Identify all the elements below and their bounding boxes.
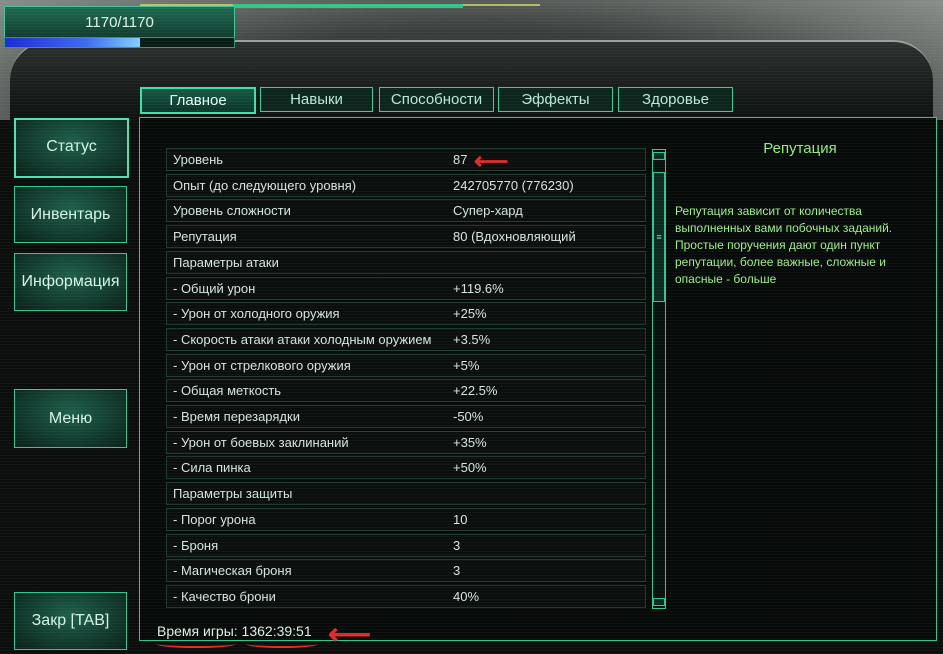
stat-label: Параметры атаки — [173, 255, 279, 270]
stat-row[interactable]: - Урон от боевых заклинаний +35% — [166, 431, 646, 454]
stat-row[interactable]: - Время перезарядки -50% — [166, 405, 646, 428]
stat-row[interactable]: Опыт (до следующего уровня) 242705770 (77… — [166, 174, 646, 197]
tab-health[interactable]: Здоровье — [618, 87, 733, 112]
stat-row[interactable]: Репутация 80 (Вдохновляющий — [166, 225, 646, 248]
scroll-up-icon[interactable] — [653, 152, 665, 160]
stat-value: 3 — [453, 563, 461, 578]
stat-value: +5% — [453, 358, 480, 373]
stat-row[interactable]: Параметры защиты — [166, 482, 646, 505]
stat-label: - Скорость атаки атаки холодным оружием — [173, 332, 432, 347]
stat-label: - Порог урона — [173, 512, 256, 527]
hp-bar-fill — [5, 38, 141, 47]
stat-value: +22.5% — [453, 383, 498, 398]
annotation-arrow-icon: ⟵ — [474, 148, 509, 175]
stat-value: +119.6% — [453, 281, 504, 296]
tab-main[interactable]: Главное — [140, 87, 256, 114]
stat-value: 40% — [453, 589, 480, 604]
stat-row[interactable]: - Броня 3 — [166, 534, 646, 557]
inventory-button[interactable]: Инвентарь — [14, 186, 127, 243]
stat-row[interactable]: - Сила пинка +50% — [166, 456, 646, 479]
stat-value: 80 (Вдохновляющий — [453, 229, 576, 244]
annotation-underline — [246, 640, 318, 648]
game-time: Время игры: 1362:39:51 — [157, 623, 312, 639]
stat-row[interactable]: - Общая меткость +22.5% — [166, 379, 646, 402]
stat-label: - Время перезарядки — [173, 409, 300, 424]
stat-row[interactable]: Уровень 87 — [166, 148, 646, 171]
menu-button[interactable]: Меню — [14, 389, 127, 448]
scrollbar-thumb[interactable]: ≡ — [653, 172, 665, 302]
stat-row[interactable]: - Урон от стрелкового оружия +5% — [166, 354, 646, 377]
stat-label: Уровень сложности — [173, 203, 291, 218]
stat-value: +50% — [453, 460, 487, 475]
stat-label: Опыт (до следующего уровня) — [173, 178, 357, 193]
stat-row[interactable]: - Порог урона 10 — [166, 508, 646, 531]
stat-label: Параметры защиты — [173, 486, 293, 501]
stat-value: Супер-хард — [453, 203, 523, 218]
stat-label: - Качество брони — [173, 589, 276, 604]
stat-value: 242705770 (776230) — [453, 178, 574, 193]
annotation-arrow-icon: ⟵ — [328, 618, 372, 651]
stat-label: - Урон от стрелкового оружия — [173, 358, 351, 373]
stat-value: +25% — [453, 306, 487, 321]
hp-bar — [4, 37, 235, 48]
stat-value: +35% — [453, 435, 487, 450]
stat-label: - Урон от холодного оружия — [173, 306, 340, 321]
close-tab-button[interactable]: Закр [TAB] — [14, 592, 127, 650]
stat-label: Репутация — [173, 229, 237, 244]
stat-label: - Броня — [173, 538, 219, 553]
stat-row[interactable]: - Магическая броня 3 — [166, 559, 646, 582]
stat-label: - Сила пинка — [173, 460, 251, 475]
stat-value: 3 — [453, 538, 461, 553]
stat-label: - Магическая броня — [173, 563, 292, 578]
hp-display: 1170/1170 — [4, 6, 235, 39]
tab-effects[interactable]: Эффекты — [498, 87, 613, 112]
reputation-title: Репутация — [763, 140, 837, 157]
tab-abilities[interactable]: Способности — [379, 87, 494, 112]
stat-label: - Общий урон — [173, 281, 256, 296]
energy-line — [233, 4, 463, 8]
stat-row[interactable]: - Качество брони 40% — [166, 585, 646, 608]
stat-value: +3.5% — [453, 332, 491, 347]
status-button[interactable]: Статус — [14, 118, 129, 178]
stats-scrollbar[interactable]: ≡ — [652, 149, 666, 609]
stat-row[interactable]: Параметры атаки — [166, 251, 646, 274]
information-button[interactable]: Информация — [14, 253, 127, 311]
stat-label: - Урон от боевых заклинаний — [173, 435, 349, 450]
tab-skills[interactable]: Навыки — [260, 87, 373, 112]
stat-value: -50% — [453, 409, 484, 424]
scroll-down-icon[interactable] — [653, 598, 665, 606]
annotation-underline — [156, 640, 236, 648]
stat-row[interactable]: - Урон от холодного оружия +25% — [166, 302, 646, 325]
stat-value: 87 — [453, 152, 468, 167]
stat-label: - Общая меткость — [173, 383, 282, 398]
stat-label: Уровень — [173, 152, 224, 167]
stat-row[interactable]: - Скорость атаки атаки холодным оружием +… — [166, 328, 646, 351]
stat-value: 10 — [453, 512, 468, 527]
reputation-description: Репутация зависит от количества выполнен… — [675, 204, 893, 286]
stat-row[interactable]: Уровень сложности Супер-хард — [166, 199, 646, 222]
stat-row[interactable]: - Общий урон +119.6% — [166, 277, 646, 300]
